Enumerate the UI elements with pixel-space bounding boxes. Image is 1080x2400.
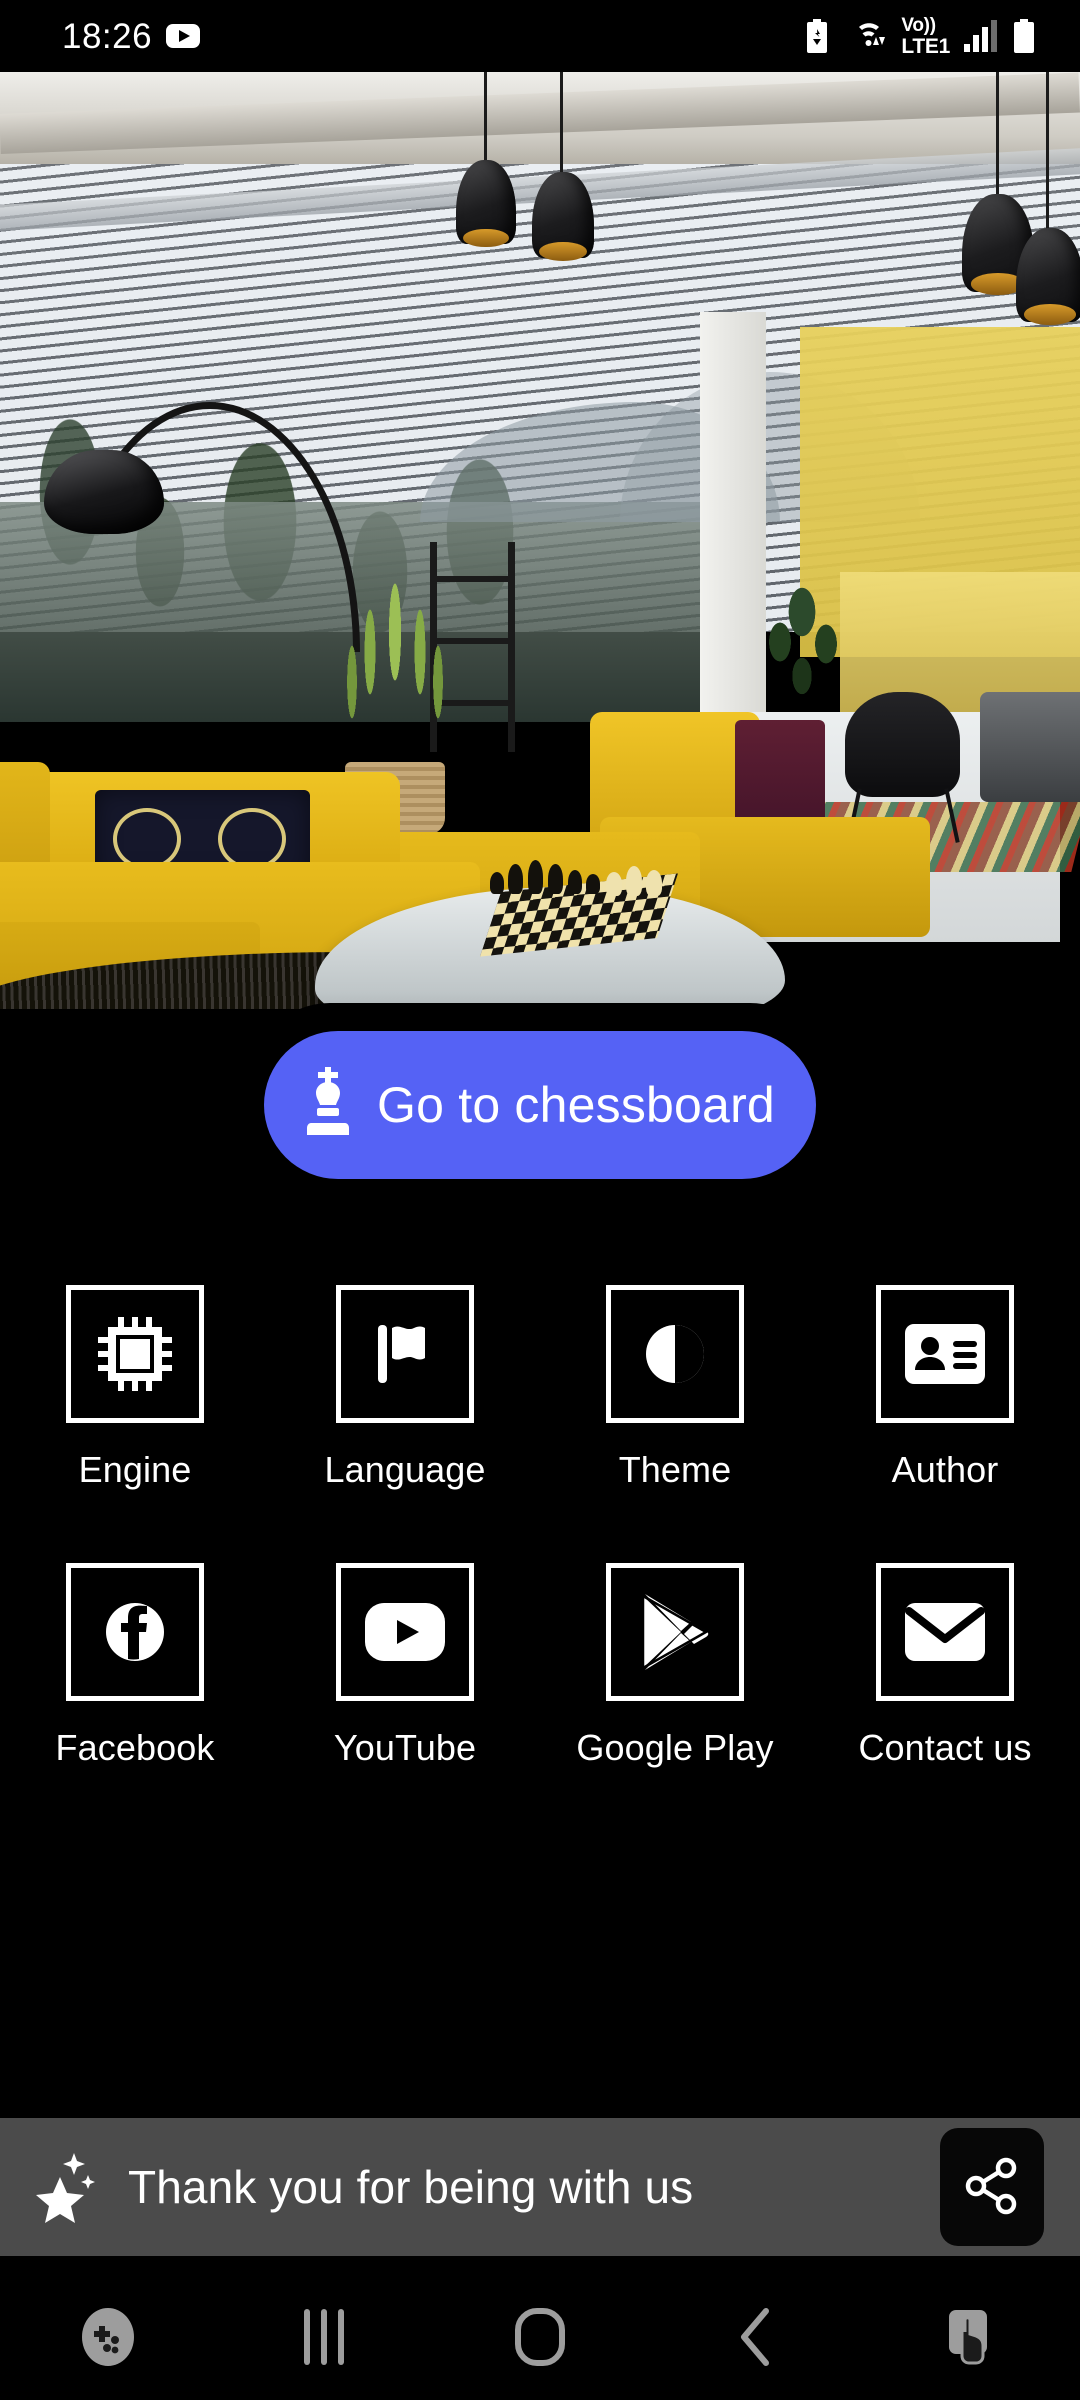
google-play-icon <box>606 1563 744 1701</box>
grid-item-theme[interactable]: Theme <box>540 1285 810 1491</box>
facebook-icon <box>66 1563 204 1701</box>
grid-item-google-play[interactable]: Google Play <box>540 1563 810 1769</box>
chess-king-icon <box>305 1066 351 1144</box>
grid-item-language[interactable]: Language <box>270 1285 540 1491</box>
shortcut-grid: Engine Language Theme Author Facebook Yo… <box>0 1285 1080 1769</box>
screen-touch-icon[interactable] <box>864 2274 1080 2400</box>
battery-saver-icon <box>805 19 829 53</box>
share-icon <box>964 2157 1020 2218</box>
share-button[interactable] <box>940 2128 1044 2246</box>
system-navigation-bar <box>0 2274 1080 2400</box>
grid-label-engine: Engine <box>78 1449 192 1490</box>
battery-icon <box>1012 19 1036 53</box>
signal-icon <box>963 19 999 53</box>
volte-icon: Vo)) LTE1 <box>901 16 950 57</box>
status-bar: 18:26 Vo)) LTE1 <box>0 0 1080 72</box>
flag-icon <box>336 1285 474 1423</box>
contrast-circle-icon <box>606 1285 744 1423</box>
youtube-notification-icon <box>166 24 201 48</box>
envelope-icon <box>876 1563 1014 1701</box>
game-controller-icon[interactable] <box>0 2274 216 2400</box>
back-icon[interactable] <box>648 2274 864 2400</box>
status-bar-right: Vo)) LTE1 <box>805 16 1036 57</box>
grid-label-author: Author <box>891 1449 999 1490</box>
volte-label: Vo)) <box>901 14 936 36</box>
status-time: 18:26 <box>62 16 153 56</box>
grid-label-contact-us: Contact us <box>858 1727 1032 1768</box>
home-icon[interactable] <box>432 2274 648 2400</box>
grid-item-contact-us[interactable]: Contact us <box>810 1563 1080 1769</box>
grid-label-language: Language <box>324 1449 486 1490</box>
grid-label-google-play: Google Play <box>576 1727 774 1768</box>
promo-text: Thank you for being with us <box>128 2161 694 2213</box>
cpu-chip-icon <box>66 1285 204 1423</box>
recents-icon[interactable] <box>216 2274 432 2400</box>
grid-label-youtube: YouTube <box>333 1727 477 1768</box>
grid-item-youtube[interactable]: YouTube <box>270 1563 540 1769</box>
grid-item-facebook[interactable]: Facebook <box>0 1563 270 1769</box>
grid-item-engine[interactable]: Engine <box>0 1285 270 1491</box>
wifi-icon <box>842 19 888 53</box>
sparkle-star-icon <box>34 2151 106 2223</box>
cta-label: Go to chessboard <box>377 1077 775 1133</box>
status-bar-left: 18:26 <box>62 16 201 56</box>
hero-interior-photo <box>0 72 1080 1009</box>
id-card-icon <box>876 1285 1014 1423</box>
grid-label-facebook: Facebook <box>55 1727 215 1768</box>
lte-label: LTE1 <box>901 34 950 58</box>
go-to-chessboard-button[interactable]: Go to chessboard <box>264 1031 816 1179</box>
grid-item-author[interactable]: Author <box>810 1285 1080 1491</box>
youtube-icon <box>336 1563 474 1701</box>
grid-label-theme: Theme <box>618 1449 732 1490</box>
promo-banner[interactable]: Thank you for being with us <box>0 2118 1080 2256</box>
